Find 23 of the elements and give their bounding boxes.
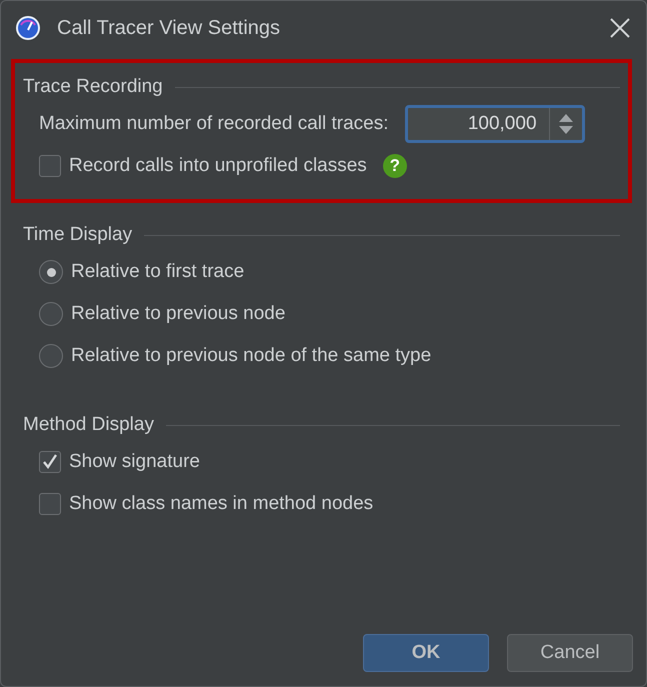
close-icon[interactable] bbox=[610, 18, 630, 38]
window-title: Call Tracer View Settings bbox=[57, 16, 282, 40]
section-heading: Method Display bbox=[23, 414, 154, 436]
section-heading: Trace Recording bbox=[23, 76, 163, 98]
checkbox[interactable] bbox=[39, 493, 61, 515]
radio-button[interactable] bbox=[39, 302, 63, 326]
checkbox[interactable] bbox=[39, 451, 61, 473]
radio-label: Relative to previous node of the same type bbox=[71, 345, 432, 367]
radio-label: Relative to first trace bbox=[71, 261, 244, 283]
checkbox-label: Show signature bbox=[69, 451, 200, 473]
number-spinner[interactable]: 100,000 bbox=[404, 105, 585, 143]
section-heading: Time Display bbox=[23, 224, 132, 246]
radio-label: Relative to previous node bbox=[71, 303, 286, 325]
help-icon[interactable]: ? bbox=[382, 154, 407, 178]
checkbox[interactable] bbox=[39, 155, 61, 177]
radio-button[interactable] bbox=[39, 344, 63, 368]
checkbox-label: Show class names in method nodes bbox=[69, 493, 374, 515]
field-label: Maximum number of recorded call traces: bbox=[39, 113, 389, 135]
ok-button[interactable]: OK bbox=[363, 634, 489, 672]
cancel-button[interactable]: Cancel bbox=[507, 634, 633, 672]
radio-button[interactable] bbox=[39, 260, 63, 284]
gauge-icon bbox=[15, 15, 41, 41]
checkbox-label: Record calls into unprofiled classes bbox=[69, 155, 367, 177]
